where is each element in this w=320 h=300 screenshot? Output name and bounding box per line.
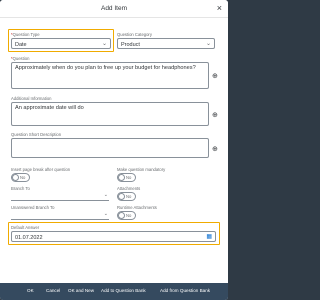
dialog-footer: OK Cancel OK and New Add to Question Ban… [0, 283, 228, 300]
question-value: Approximately when do you plan to free u… [15, 65, 196, 71]
additional-information-textarea[interactable]: An approximate date will do [11, 102, 209, 126]
question-category-label: Question Category [117, 32, 152, 37]
insert-page-break-state: No [20, 175, 26, 180]
close-icon[interactable]: × [217, 3, 222, 13]
question-short-description-label: Question Short Description [11, 132, 62, 137]
ok-and-new-button[interactable]: OK and New [68, 288, 94, 293]
runtime-attachments-state: No [126, 213, 132, 218]
chevron-down-icon: ⌄ [103, 192, 108, 198]
unanswered-branch-to-label: Unanswered Branch To [11, 205, 55, 210]
attachments-switch[interactable]: No [117, 192, 136, 201]
switch-knob [118, 193, 125, 200]
insert-page-break-switch[interactable]: No [11, 173, 30, 182]
dialog-title: Add Item [100, 5, 127, 12]
add-from-question-bank-button[interactable]: Add from Question Bank [160, 288, 210, 293]
chevron-down-icon: ⌄ [205, 41, 211, 47]
insert-page-break-label: Insert page break after question [11, 167, 71, 172]
question-category-select[interactable]: Product ⌄ [117, 38, 215, 49]
branch-to-label: Branch To [11, 186, 30, 191]
globe-icon[interactable]: ⊕ [212, 112, 218, 119]
chevron-down-icon: ⌄ [103, 211, 108, 217]
additional-information-label: Additional Information [11, 96, 52, 101]
question-short-description-textarea[interactable] [11, 138, 209, 158]
cancel-button[interactable]: Cancel [46, 288, 60, 293]
runtime-attachments-label: Runtime Attachments [117, 205, 157, 210]
make-mandatory-switch[interactable]: No [117, 173, 136, 182]
globe-icon[interactable]: ⊕ [212, 146, 218, 153]
dialog-content: *Question Type Date ⌄ Question Category … [0, 18, 228, 283]
ok-button[interactable]: OK [27, 288, 34, 293]
additional-information-value: An approximate date will do [15, 105, 84, 111]
dialog-header: Add Item × [0, 0, 228, 18]
add-item-dialog: Add Item × *Question Type Date ⌄ Questio… [0, 0, 228, 300]
switch-knob [12, 174, 19, 181]
question-type-highlight [8, 29, 114, 52]
branch-to-select[interactable]: ⌄ [11, 192, 109, 201]
add-to-question-bank-button[interactable]: Add to Question Bank [101, 288, 146, 293]
question-label: *Question [11, 56, 30, 61]
globe-icon[interactable]: ⊕ [212, 73, 218, 80]
unanswered-branch-to-select[interactable]: ⌄ [11, 211, 109, 220]
attachments-state: No [126, 194, 132, 199]
make-mandatory-state: No [126, 175, 132, 180]
question-category-value: Product [121, 42, 140, 48]
switch-knob [118, 212, 125, 219]
question-textarea[interactable]: Approximately when do you plan to free u… [11, 62, 209, 89]
default-answer-highlight [8, 222, 220, 245]
attachments-label: Attachments [117, 186, 141, 191]
runtime-attachments-switch[interactable]: No [117, 211, 136, 220]
make-mandatory-label: Make question mandatory [117, 167, 166, 172]
switch-knob [118, 174, 125, 181]
